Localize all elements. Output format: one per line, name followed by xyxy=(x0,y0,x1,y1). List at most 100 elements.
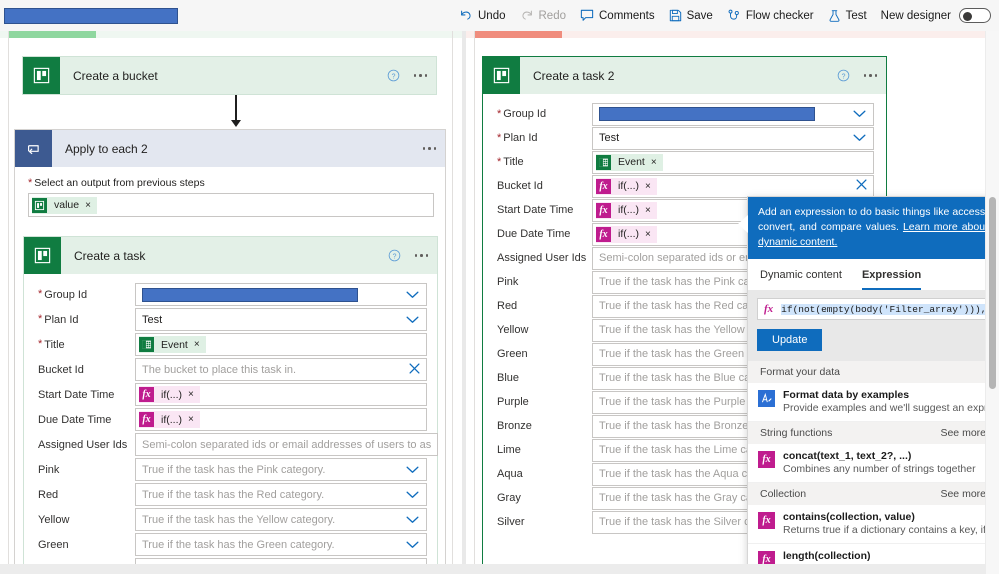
dynamic-content-token[interactable]: Event × xyxy=(596,153,663,171)
field-input-red[interactable]: True if the task has the Red category. xyxy=(135,483,427,506)
field-input-bucket-id[interactable]: fx if(...) × xyxy=(592,174,874,198)
test-button[interactable]: Test xyxy=(828,9,867,23)
save-label: Save xyxy=(686,9,713,22)
section-title: Collection xyxy=(760,488,807,500)
token-remove-icon[interactable]: × xyxy=(645,181,657,192)
more-options-icon[interactable] xyxy=(414,254,428,257)
horizontal-scrollbar[interactable] xyxy=(0,564,985,574)
token-remove-icon[interactable]: × xyxy=(188,414,200,425)
new-designer-toggle[interactable]: New designer xyxy=(881,8,991,23)
undo-button[interactable]: Undo xyxy=(459,9,506,23)
field-label-blue: Blue xyxy=(497,372,592,384)
chevron-down-icon[interactable] xyxy=(406,461,419,479)
see-more-link[interactable]: See more xyxy=(940,488,986,500)
token-remove-icon[interactable]: × xyxy=(188,389,200,400)
dynamic-content-token[interactable]: Event × xyxy=(139,336,206,353)
field-input-title[interactable]: Event × xyxy=(592,150,874,174)
more-options-icon[interactable] xyxy=(863,74,877,77)
save-button[interactable]: Save xyxy=(669,9,713,22)
expression-token[interactable]: fx if(...) × xyxy=(596,225,657,243)
chevron-down-icon[interactable] xyxy=(406,486,419,504)
field-input-title[interactable]: Event × xyxy=(135,333,427,356)
field-label-text: Green xyxy=(497,348,528,360)
field-input-assigned-user-ids[interactable]: Semi-colon separated ids or email addres… xyxy=(135,433,438,456)
chevron-down-icon[interactable] xyxy=(406,536,419,554)
card-title: Create a task 2 xyxy=(533,68,615,83)
field-label-text: Title xyxy=(503,156,524,168)
card-create-a-task[interactable]: Create a task ? * Group Id * Plan Id Test * Ti… xyxy=(23,236,438,574)
field-input-pink[interactable]: True if the task has the Pink category. xyxy=(135,458,427,481)
field-label-silver: Silver xyxy=(497,516,592,528)
function-name: concat(text_1, text_2?, ...) xyxy=(783,450,912,462)
field-input-due-date-time[interactable]: fx if(...) × xyxy=(135,408,427,431)
field-input-yellow[interactable]: True if the task has the Yellow category… xyxy=(135,508,427,531)
card-create-a-bucket[interactable]: Create a bucket ? xyxy=(22,56,437,95)
expression-token[interactable]: fx if(...) × xyxy=(596,177,657,195)
token-remove-icon[interactable]: × xyxy=(651,157,663,168)
see-more-link[interactable]: See more xyxy=(940,427,986,439)
field-input-group-id[interactable] xyxy=(135,283,427,306)
expression-input[interactable]: fx if(not(empty(body('Filter_array'))), … xyxy=(757,298,989,320)
chevron-down-icon[interactable] xyxy=(853,105,866,123)
expression-token[interactable]: fx if(...) × xyxy=(596,201,657,219)
comments-button[interactable]: Comments xyxy=(580,9,655,22)
field-label-text: Assigned User Ids xyxy=(497,252,587,264)
tab-dynamic-content[interactable]: Dynamic content xyxy=(760,269,842,290)
form-row-bucket-id: Bucket Id fx if(...) × xyxy=(497,174,874,198)
card-header[interactable]: Create a task 2 ? xyxy=(483,57,886,94)
select-output-input[interactable]: value × xyxy=(28,193,434,217)
redo-button[interactable]: Redo xyxy=(520,9,566,23)
card-header[interactable]: Apply to each 2 xyxy=(15,130,445,167)
token-remove-icon[interactable]: × xyxy=(85,200,97,211)
excel-icon xyxy=(139,337,154,352)
more-options-icon[interactable] xyxy=(422,147,436,150)
chevron-down-icon[interactable] xyxy=(406,511,419,529)
token-remove-icon[interactable]: × xyxy=(645,205,657,216)
dynamic-content-token[interactable]: value × xyxy=(32,196,97,214)
help-icon[interactable]: ? xyxy=(387,69,400,82)
vertical-scrollbar[interactable] xyxy=(985,31,999,574)
token-remove-icon[interactable]: × xyxy=(194,339,206,350)
fx-icon: fx xyxy=(596,202,611,218)
chevron-down-icon[interactable] xyxy=(853,129,866,147)
expression-token[interactable]: fx if(...) × xyxy=(139,411,200,428)
create-task-fields: * Group Id * Plan Id Test * Title Event × Bucket … xyxy=(24,274,438,574)
new-designer-switch[interactable] xyxy=(959,8,991,23)
tab-expression[interactable]: Expression xyxy=(861,269,922,290)
field-input-group-id[interactable] xyxy=(592,102,874,126)
field-label-text: Title xyxy=(44,338,65,351)
chevron-down-icon[interactable] xyxy=(406,286,419,304)
function-list-item[interactable]: fx contains(collection, value) Returns tru… xyxy=(748,505,998,544)
help-icon[interactable]: ? xyxy=(388,249,401,262)
field-input-start-date-time[interactable]: fx if(...) × xyxy=(135,383,427,406)
chevron-down-icon[interactable] xyxy=(406,311,419,329)
required-asterisk: * xyxy=(38,313,43,325)
clear-icon[interactable] xyxy=(856,177,867,195)
field-label-assigned-user-ids: Assigned User Ids xyxy=(497,252,592,264)
field-input-bucket-id[interactable]: The bucket to place this task in. xyxy=(135,358,427,381)
left-pane-top-strip xyxy=(0,31,462,38)
field-input-plan-id[interactable]: Test xyxy=(135,308,427,331)
format-data-icon xyxy=(758,390,775,407)
field-input-plan-id[interactable]: Test xyxy=(592,126,874,150)
field-label-plan-id: * Plan Id xyxy=(38,314,135,326)
planner-icon xyxy=(23,57,60,94)
flow-checker-button[interactable]: Flow checker xyxy=(727,9,814,23)
function-list-item[interactable]: Format data by examples Provide examples … xyxy=(748,383,998,422)
field-input-green[interactable]: True if the task has the Green category. xyxy=(135,533,427,556)
update-button[interactable]: Update xyxy=(757,329,823,351)
function-list-item[interactable]: fx concat(text_1, text_2?, ...) Combines a… xyxy=(748,444,998,483)
help-icon[interactable]: ? xyxy=(837,69,850,82)
form-row-red: Red True if the task has the Red category… xyxy=(38,483,427,506)
expression-token[interactable]: fx if(...) × xyxy=(139,386,200,403)
card-header[interactable]: Create a bucket ? xyxy=(23,57,436,94)
undo-icon xyxy=(459,9,473,23)
clear-icon[interactable] xyxy=(409,361,420,379)
card-apply-to-each-2[interactable]: Apply to each 2 * Select an output from p… xyxy=(14,129,446,574)
function-text: concat(text_1, text_2?, ...) Combines any… xyxy=(783,450,976,475)
more-options-icon[interactable] xyxy=(413,74,427,77)
token-remove-icon[interactable]: × xyxy=(645,229,657,240)
flow-checker-icon xyxy=(727,9,741,23)
vertical-scrollbar-thumb[interactable] xyxy=(989,197,996,389)
card-header[interactable]: Create a task ? xyxy=(24,237,437,274)
